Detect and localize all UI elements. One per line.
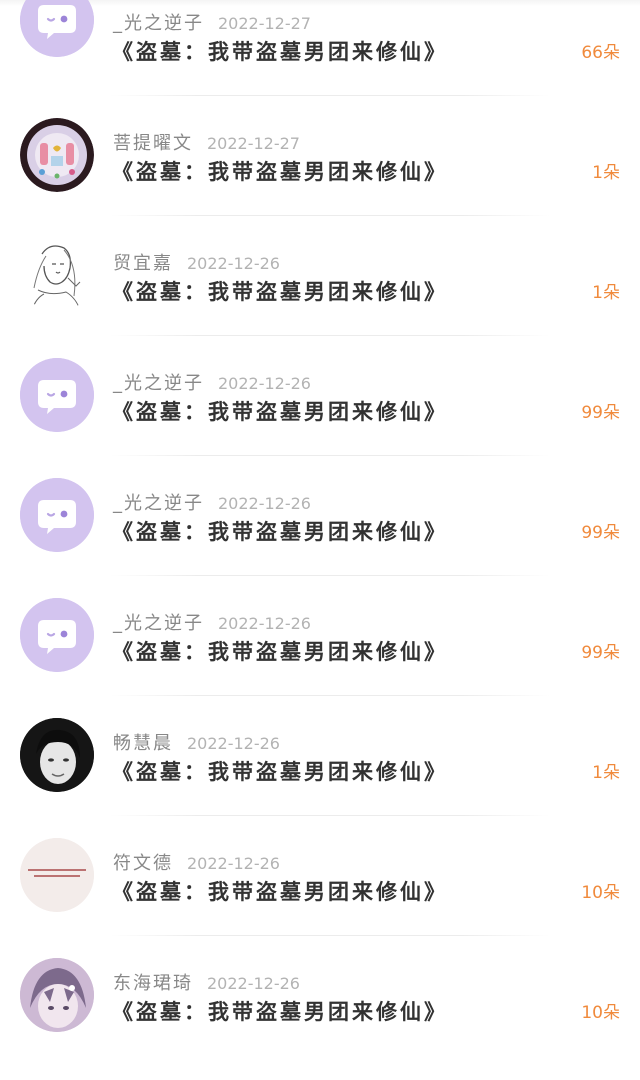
chat-bubble-icon bbox=[20, 478, 94, 552]
list-item[interactable]: _光之逆子 2022-12-26 《盗墓：我带盗墓男团来修仙》 99朵 bbox=[0, 358, 640, 480]
divider bbox=[110, 215, 550, 216]
avatar[interactable] bbox=[20, 358, 94, 432]
username: 菩提曜文 2022-12-27 bbox=[113, 133, 300, 154]
divider bbox=[110, 935, 550, 936]
list-item[interactable]: 畅慧晨 2022-12-26 《盗墓：我带盗墓男团来修仙》 1朵 bbox=[0, 718, 640, 840]
date: 2022-12-26 bbox=[187, 734, 280, 753]
chat-bubble-icon bbox=[20, 0, 94, 57]
date: 2022-12-26 bbox=[187, 854, 280, 873]
list-item[interactable]: 贸宜嘉 2022-12-26 《盗墓：我带盗墓男团来修仙》 1朵 bbox=[0, 238, 640, 360]
username: _光之逆子 2022-12-27 bbox=[113, 13, 311, 34]
list-item[interactable]: 符文德 2022-12-26 《盗墓：我带盗墓男团来修仙》 10朵 bbox=[0, 838, 640, 960]
avatar[interactable] bbox=[20, 0, 94, 57]
avatar[interactable] bbox=[20, 238, 94, 312]
avatar[interactable] bbox=[20, 598, 94, 672]
username: 畅慧晨 2022-12-26 bbox=[113, 733, 280, 754]
date: 2022-12-26 bbox=[218, 494, 311, 513]
book-title[interactable]: 《盗墓：我带盗墓男团来修仙》 bbox=[112, 516, 448, 546]
flower-amount: 1朵 bbox=[592, 283, 620, 303]
flower-amount: 99朵 bbox=[581, 523, 620, 543]
list-item[interactable]: _光之逆子 2022-12-26 《盗墓：我带盗墓男团来修仙》 99朵 bbox=[0, 478, 640, 600]
divider bbox=[110, 95, 550, 96]
username: 符文德 2022-12-26 bbox=[113, 853, 280, 874]
list-item[interactable]: 菩提曜文 2022-12-27 《盗墓：我带盗墓男团来修仙》 1朵 bbox=[0, 118, 640, 240]
flower-amount: 1朵 bbox=[592, 763, 620, 783]
chat-bubble-icon bbox=[20, 598, 94, 672]
book-title[interactable]: 《盗墓：我带盗墓男团来修仙》 bbox=[112, 156, 448, 186]
divider bbox=[110, 335, 550, 336]
divider bbox=[110, 455, 550, 456]
username: _光之逆子 2022-12-26 bbox=[113, 493, 311, 514]
avatar[interactable] bbox=[20, 958, 94, 1032]
photo-avatar-image bbox=[20, 118, 94, 192]
divider bbox=[110, 575, 550, 576]
username: _光之逆子 2022-12-26 bbox=[113, 373, 311, 394]
list-item[interactable]: _光之逆子 2022-12-27 《盗墓：我带盗墓男团来修仙》 66朵 bbox=[0, 0, 640, 120]
username: 东海珺琦 2022-12-26 bbox=[113, 973, 300, 994]
book-title[interactable]: 《盗墓：我带盗墓男团来修仙》 bbox=[112, 636, 448, 666]
list-item[interactable]: _光之逆子 2022-12-26 《盗墓：我带盗墓男团来修仙》 99朵 bbox=[0, 598, 640, 720]
date: 2022-12-26 bbox=[207, 974, 300, 993]
book-title[interactable]: 《盗墓：我带盗墓男团来修仙》 bbox=[112, 36, 448, 66]
book-title[interactable]: 《盗墓：我带盗墓男团来修仙》 bbox=[112, 756, 448, 786]
book-title[interactable]: 《盗墓：我带盗墓男团来修仙》 bbox=[112, 396, 448, 426]
avatar[interactable] bbox=[20, 478, 94, 552]
book-title[interactable]: 《盗墓：我带盗墓男团来修仙》 bbox=[112, 876, 448, 906]
date: 2022-12-26 bbox=[218, 614, 311, 633]
chat-bubble-icon bbox=[20, 358, 94, 432]
avatar[interactable] bbox=[20, 118, 94, 192]
anime-avatar-image bbox=[20, 958, 94, 1032]
divider bbox=[110, 695, 550, 696]
date: 2022-12-26 bbox=[218, 374, 311, 393]
photo-avatar-image bbox=[20, 718, 94, 792]
divider bbox=[110, 815, 550, 816]
flower-amount: 10朵 bbox=[581, 1003, 620, 1023]
avatar[interactable] bbox=[20, 838, 94, 912]
flower-amount: 1朵 bbox=[592, 163, 620, 183]
avatar[interactable] bbox=[20, 718, 94, 792]
text-image-avatar bbox=[20, 838, 94, 912]
flower-amount: 10朵 bbox=[581, 883, 620, 903]
date: 2022-12-27 bbox=[207, 134, 300, 153]
sketch-avatar-image bbox=[20, 238, 94, 312]
list-item[interactable]: 东海珺琦 2022-12-26 《盗墓：我带盗墓男团来修仙》 10朵 bbox=[0, 958, 640, 1080]
username: 贸宜嘉 2022-12-26 bbox=[113, 253, 280, 274]
book-title[interactable]: 《盗墓：我带盗墓男团来修仙》 bbox=[112, 276, 448, 306]
flower-amount: 66朵 bbox=[581, 43, 620, 63]
book-title[interactable]: 《盗墓：我带盗墓男团来修仙》 bbox=[112, 996, 448, 1026]
username: _光之逆子 2022-12-26 bbox=[113, 613, 311, 634]
date: 2022-12-27 bbox=[218, 14, 311, 33]
date: 2022-12-26 bbox=[187, 254, 280, 273]
flower-amount: 99朵 bbox=[581, 643, 620, 663]
flower-amount: 99朵 bbox=[581, 403, 620, 423]
